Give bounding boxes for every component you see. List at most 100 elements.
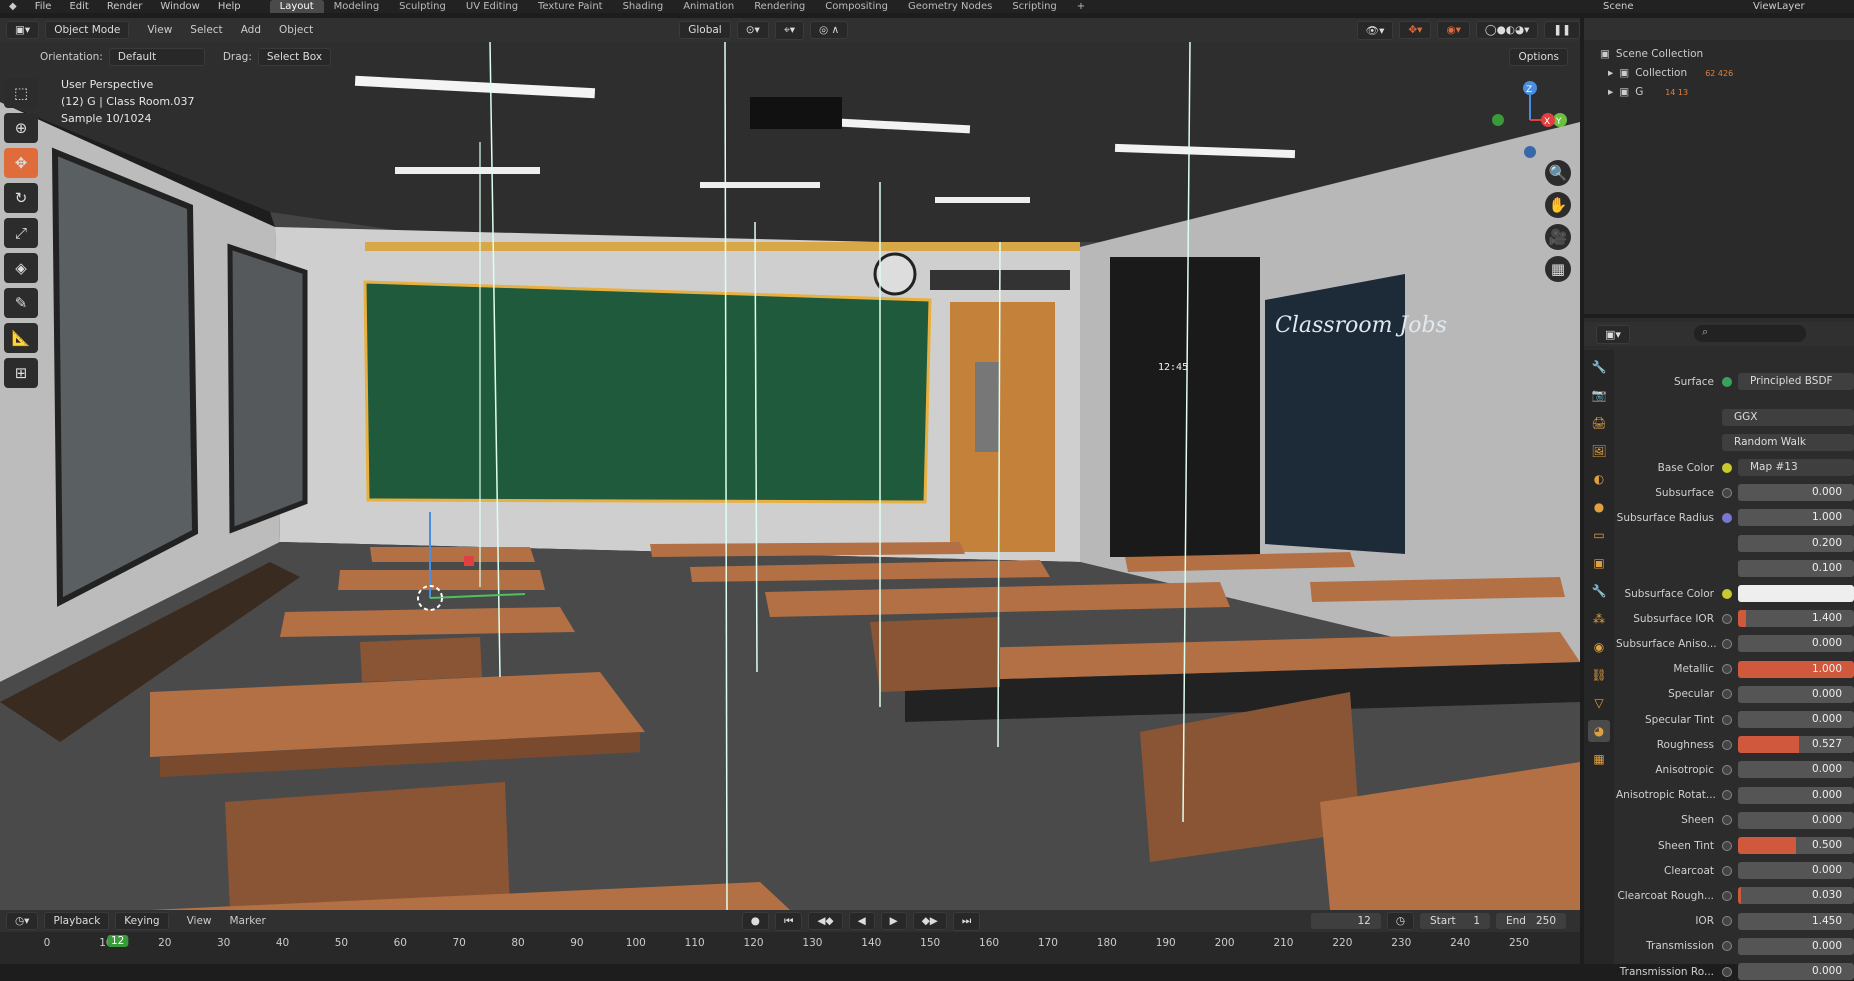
blender-logo-icon[interactable]: ◆ — [0, 0, 26, 13]
tab-compositing[interactable]: Compositing — [815, 0, 898, 13]
numeric-slider[interactable]: 0.000 — [1738, 811, 1854, 829]
numeric-slider[interactable]: 1.000 — [1738, 509, 1854, 527]
transform-icon[interactable]: ◈ — [4, 253, 38, 283]
jump-end-icon[interactable]: ⏭ — [952, 911, 981, 931]
material-tab-icon[interactable]: ◕ — [1588, 720, 1610, 742]
camera-icon[interactable]: 🎥 — [1545, 224, 1571, 250]
options-dropdown[interactable]: Options — [1509, 48, 1568, 66]
pan-hand-icon[interactable]: ✋ — [1545, 192, 1571, 218]
numeric-slider[interactable]: 0.000 — [1738, 635, 1854, 653]
editor-type-icon[interactable]: ▣▾ — [6, 21, 40, 39]
view-layer-tab-icon[interactable]: 🖼 — [1588, 440, 1610, 462]
tab-uv-editing[interactable]: UV Editing — [456, 0, 528, 13]
socket-icon[interactable] — [1722, 764, 1732, 775]
socket-icon[interactable] — [1722, 916, 1732, 927]
numeric-slider[interactable]: 1.400 — [1738, 610, 1854, 628]
surface-shader-selector[interactable]: Principled BSDF — [1738, 373, 1854, 390]
cursor-icon[interactable]: ⊕ — [4, 113, 38, 143]
numeric-slider[interactable]: 1.000 — [1738, 660, 1854, 678]
outliner-item-collection[interactable]: ▸ ▣ Collection 62 426 — [1608, 67, 1733, 79]
play-icon[interactable]: ▶ — [880, 912, 907, 930]
pause-icon[interactable]: ❚❚ — [1544, 21, 1580, 39]
current-frame-field[interactable]: 12 — [1310, 913, 1381, 929]
tab-modeling[interactable]: Modeling — [324, 0, 390, 13]
numeric-slider[interactable]: 0.200 — [1738, 534, 1854, 552]
zoom-icon[interactable]: 🔍 — [1545, 160, 1571, 186]
editor-type-icon[interactable]: ▣▾ — [1596, 325, 1630, 344]
tab-sculpting[interactable]: Sculpting — [389, 0, 456, 13]
tab-animation[interactable]: Animation — [673, 0, 744, 13]
prev-keyframe-icon[interactable]: ◀◆ — [808, 912, 843, 930]
texture-map-field[interactable]: Map #13 — [1738, 459, 1854, 476]
modifier-tab-icon[interactable]: 🔧 — [1588, 580, 1610, 602]
socket-icon[interactable] — [1722, 966, 1732, 977]
keying-dropdown[interactable]: Keying — [115, 912, 169, 930]
shading-solid-icon[interactable]: ◯●◐◕▾ — [1475, 21, 1539, 39]
clock-icon[interactable]: ◷ — [1386, 912, 1414, 930]
annotate-icon[interactable]: ✎ — [4, 288, 38, 318]
collection-tab-icon[interactable]: ▭ — [1588, 524, 1610, 546]
socket-icon[interactable] — [1722, 487, 1732, 498]
particles-tab-icon[interactable]: ⁂ — [1588, 608, 1610, 630]
socket-icon[interactable] — [1722, 512, 1732, 523]
tab-geometry-nodes[interactable]: Geometry Nodes — [898, 0, 1002, 13]
tab-rendering[interactable]: Rendering — [744, 0, 815, 13]
expand-arrow-icon[interactable]: ▸ — [1608, 67, 1613, 79]
mode-dropdown[interactable]: Object Mode — [45, 21, 130, 39]
socket-icon[interactable] — [1722, 689, 1732, 700]
gizmo-toggle-icon[interactable]: ✥▾ — [1399, 21, 1432, 39]
editor-type-icon[interactable]: ◷▾ — [6, 912, 39, 930]
numeric-slider[interactable]: 0.000 — [1738, 963, 1854, 980]
menu-render[interactable]: Render — [98, 0, 152, 13]
tool-tab-icon[interactable]: 🔧 — [1588, 356, 1610, 378]
menu-marker[interactable]: Marker — [230, 915, 266, 927]
overlay-toggle-icon[interactable]: ◉▾ — [1437, 21, 1470, 39]
playback-dropdown[interactable]: Playback — [44, 912, 110, 930]
render-tab-icon[interactable]: 📷 — [1588, 384, 1610, 406]
constraints-tab-icon[interactable]: ⛓ — [1588, 664, 1610, 686]
end-frame-field[interactable]: End 250 — [1496, 913, 1566, 929]
numeric-slider[interactable]: 0.100 — [1738, 559, 1854, 577]
search-icon[interactable]: ⌕ — [1694, 325, 1806, 342]
expand-arrow-icon[interactable]: ▸ — [1608, 86, 1613, 98]
numeric-slider[interactable]: 0.527 — [1738, 736, 1854, 754]
socket-icon[interactable] — [1722, 714, 1732, 725]
socket-icon[interactable] — [1722, 613, 1732, 624]
select-box-icon[interactable]: ⬚ — [4, 78, 38, 108]
numeric-slider[interactable]: 0.000 — [1738, 685, 1854, 703]
data-tab-icon[interactable]: ▽ — [1588, 692, 1610, 714]
socket-icon[interactable] — [1722, 941, 1732, 952]
playhead[interactable]: 12 — [106, 935, 129, 947]
transform-orientation-dropdown[interactable]: Global — [679, 21, 731, 39]
output-tab-icon[interactable]: 🖨 — [1588, 412, 1610, 434]
timeline-ruler[interactable]: 0 10 20 30 40 50 60 70 80 90 100 110 120 130 140 150 160… — [0, 932, 1580, 964]
socket-icon[interactable] — [1722, 588, 1732, 599]
menu-select[interactable]: Select — [190, 24, 222, 36]
world-tab-icon[interactable]: ● — [1588, 496, 1610, 518]
orientation-dropdown[interactable]: Default — [108, 48, 205, 66]
navigation-gizmo[interactable]: Z Y X — [1490, 78, 1570, 158]
scale-icon[interactable]: ⤢ — [4, 218, 38, 248]
play-reverse-icon[interactable]: ◀ — [848, 912, 875, 930]
measure-icon[interactable]: 📐 — [4, 323, 38, 353]
scene-tab-icon[interactable]: ◐ — [1588, 468, 1610, 490]
outliner-item-g[interactable]: ▸ ▣ G 14 13 — [1608, 86, 1688, 98]
tab-layout[interactable]: Layout — [269, 0, 324, 13]
texture-tab-icon[interactable]: ▦ — [1588, 748, 1610, 770]
menu-view[interactable]: View — [187, 915, 212, 927]
menu-add[interactable]: Add — [241, 24, 261, 36]
3d-viewport[interactable]: Classroom Jobs 12:45 — [0, 42, 1580, 910]
socket-icon[interactable] — [1722, 739, 1732, 750]
numeric-slider[interactable]: 0.500 — [1738, 837, 1854, 854]
numeric-slider[interactable]: 1.450 — [1738, 912, 1854, 930]
start-frame-field[interactable]: Start 1 — [1420, 913, 1490, 929]
menu-help[interactable]: Help — [209, 0, 250, 13]
menu-file[interactable]: File — [26, 0, 61, 13]
numeric-slider[interactable]: 0.000 — [1738, 484, 1854, 502]
color-swatch[interactable] — [1738, 585, 1854, 602]
menu-window[interactable]: Window — [151, 0, 208, 13]
menu-object[interactable]: Object — [279, 24, 313, 36]
grid-view-icon[interactable]: ▦ — [1545, 256, 1571, 282]
subsurface-method-dropdown[interactable]: Random Walk — [1722, 434, 1854, 451]
viewlayer-selector[interactable]: ViewLayer — [1744, 0, 1854, 13]
